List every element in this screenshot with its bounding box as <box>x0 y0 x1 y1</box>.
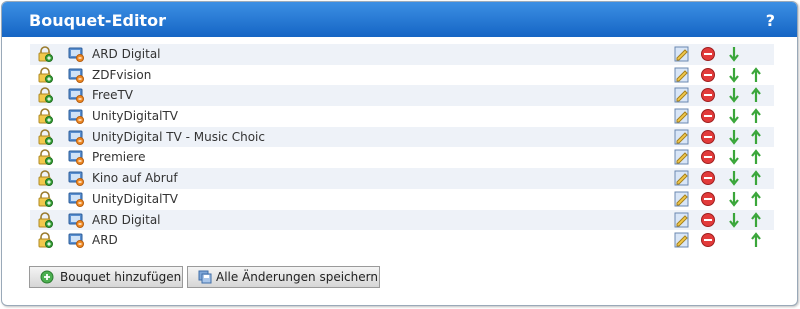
edit-icon[interactable] <box>674 149 690 165</box>
tv-icon <box>68 109 84 125</box>
arrow-up-icon[interactable] <box>748 211 764 228</box>
lock-icon[interactable] <box>37 149 53 166</box>
arrow-down-icon[interactable] <box>726 108 742 124</box>
bouquet-name[interactable]: UnityDigitalTV <box>92 192 178 206</box>
arrow-down-icon[interactable] <box>726 170 742 186</box>
edit-icon[interactable] <box>674 170 690 186</box>
arrow-down-icon[interactable] <box>726 149 742 166</box>
lock-icon[interactable] <box>37 87 53 104</box>
bouquet-row: Premiere <box>30 147 774 168</box>
edit-icon[interactable] <box>674 87 690 103</box>
bouquet-name[interactable]: FreeTV <box>92 88 133 102</box>
arrow-down-icon[interactable] <box>726 87 742 104</box>
bouquet-editor-panel: Bouquet-Editor ? ARD Digital ZDFvision Fre… <box>1 1 798 306</box>
arrow-down-icon[interactable] <box>726 67 742 83</box>
lock-icon[interactable] <box>37 128 53 145</box>
edit-icon[interactable] <box>674 129 690 145</box>
lock-icon[interactable] <box>37 170 53 187</box>
tv-icon <box>68 192 84 207</box>
bouquet-name[interactable]: Kino auf Abruf <box>92 171 178 185</box>
delete-icon[interactable] <box>700 149 716 165</box>
bouquet-row: FreeTV <box>30 85 774 107</box>
delete-icon[interactable] <box>700 170 716 186</box>
bouquet-name[interactable]: ARD <box>92 233 118 247</box>
bouquet-list: ARD Digital ZDFvision FreeTV UnityDigitalTV… <box>30 44 774 251</box>
arrow-up-icon[interactable] <box>748 87 764 103</box>
arrow-up-icon[interactable] <box>748 170 764 186</box>
bouquet-name[interactable]: ARD Digital <box>92 47 161 61</box>
tv-icon <box>68 171 84 187</box>
tv-icon <box>68 233 84 249</box>
delete-icon[interactable] <box>700 129 716 145</box>
bouquet-name[interactable]: UnityDigital TV - Music Choic <box>92 130 265 144</box>
bouquet-row: ARD Digital <box>30 209 774 231</box>
delete-icon[interactable] <box>700 67 716 83</box>
add-bouquet-label: Bouquet hinzufügen <box>60 270 182 284</box>
edit-icon[interactable] <box>674 191 690 207</box>
delete-icon[interactable] <box>700 108 716 124</box>
edit-icon[interactable] <box>674 232 690 248</box>
bouquet-row: ARD Digital <box>30 44 774 65</box>
save-all-button[interactable]: Alle Änderungen speichern <box>187 266 380 288</box>
edit-icon[interactable] <box>674 67 690 83</box>
edit-icon[interactable] <box>674 108 690 124</box>
bouquet-row: UnityDigitalTV <box>30 189 774 210</box>
panel-header: Bouquet-Editor ? <box>2 2 797 37</box>
lock-icon[interactable] <box>37 46 53 62</box>
delete-icon[interactable] <box>700 212 716 228</box>
arrow-up-icon[interactable] <box>748 149 764 165</box>
tv-icon <box>68 88 84 104</box>
delete-icon[interactable] <box>700 191 716 207</box>
arrow-up-icon[interactable] <box>748 66 764 83</box>
lock-icon[interactable] <box>37 211 53 228</box>
edit-icon[interactable] <box>674 46 690 62</box>
edit-icon[interactable] <box>674 212 690 228</box>
page-title: Bouquet-Editor <box>29 11 166 30</box>
bouquet-name[interactable]: ARD Digital <box>92 213 161 227</box>
arrow-down-icon[interactable] <box>726 46 742 62</box>
tv-icon <box>68 130 84 145</box>
bouquet-row: UnityDigital TV - Music Choic <box>30 126 774 148</box>
lock-icon[interactable] <box>37 108 53 125</box>
bouquet-row: ARD <box>30 230 774 251</box>
add-bouquet-button[interactable]: Bouquet hinzufügen <box>29 266 183 288</box>
tv-icon <box>68 150 84 166</box>
arrow-up-icon[interactable] <box>748 232 764 248</box>
lock-icon[interactable] <box>37 66 53 83</box>
arrow-up-icon[interactable] <box>748 191 764 207</box>
arrow-up-icon[interactable] <box>748 128 764 145</box>
bouquet-row: ZDFvision <box>30 65 774 86</box>
bouquet-name[interactable]: UnityDigitalTV <box>92 109 178 123</box>
lock-icon[interactable] <box>37 191 53 207</box>
bouquet-name[interactable]: ZDFvision <box>92 68 151 82</box>
tv-icon <box>68 213 84 228</box>
help-button[interactable]: ? <box>766 11 775 30</box>
lock-icon[interactable] <box>37 232 53 249</box>
save-all-label: Alle Änderungen speichern <box>216 270 378 284</box>
bouquet-row: UnityDigitalTV <box>30 106 774 127</box>
arrow-down-icon[interactable] <box>726 212 742 228</box>
tv-icon <box>68 68 84 83</box>
delete-icon[interactable] <box>700 87 716 103</box>
delete-icon[interactable] <box>700 232 716 248</box>
arrow-up-icon[interactable] <box>748 108 764 124</box>
bouquet-row: Kino auf Abruf <box>30 168 774 189</box>
delete-icon[interactable] <box>700 46 716 62</box>
save-icon <box>198 270 212 284</box>
add-icon <box>40 270 54 284</box>
bouquet-name[interactable]: Premiere <box>92 150 146 164</box>
tv-icon <box>68 47 84 62</box>
arrow-down-icon[interactable] <box>726 191 742 207</box>
arrow-down-icon[interactable] <box>726 129 742 145</box>
